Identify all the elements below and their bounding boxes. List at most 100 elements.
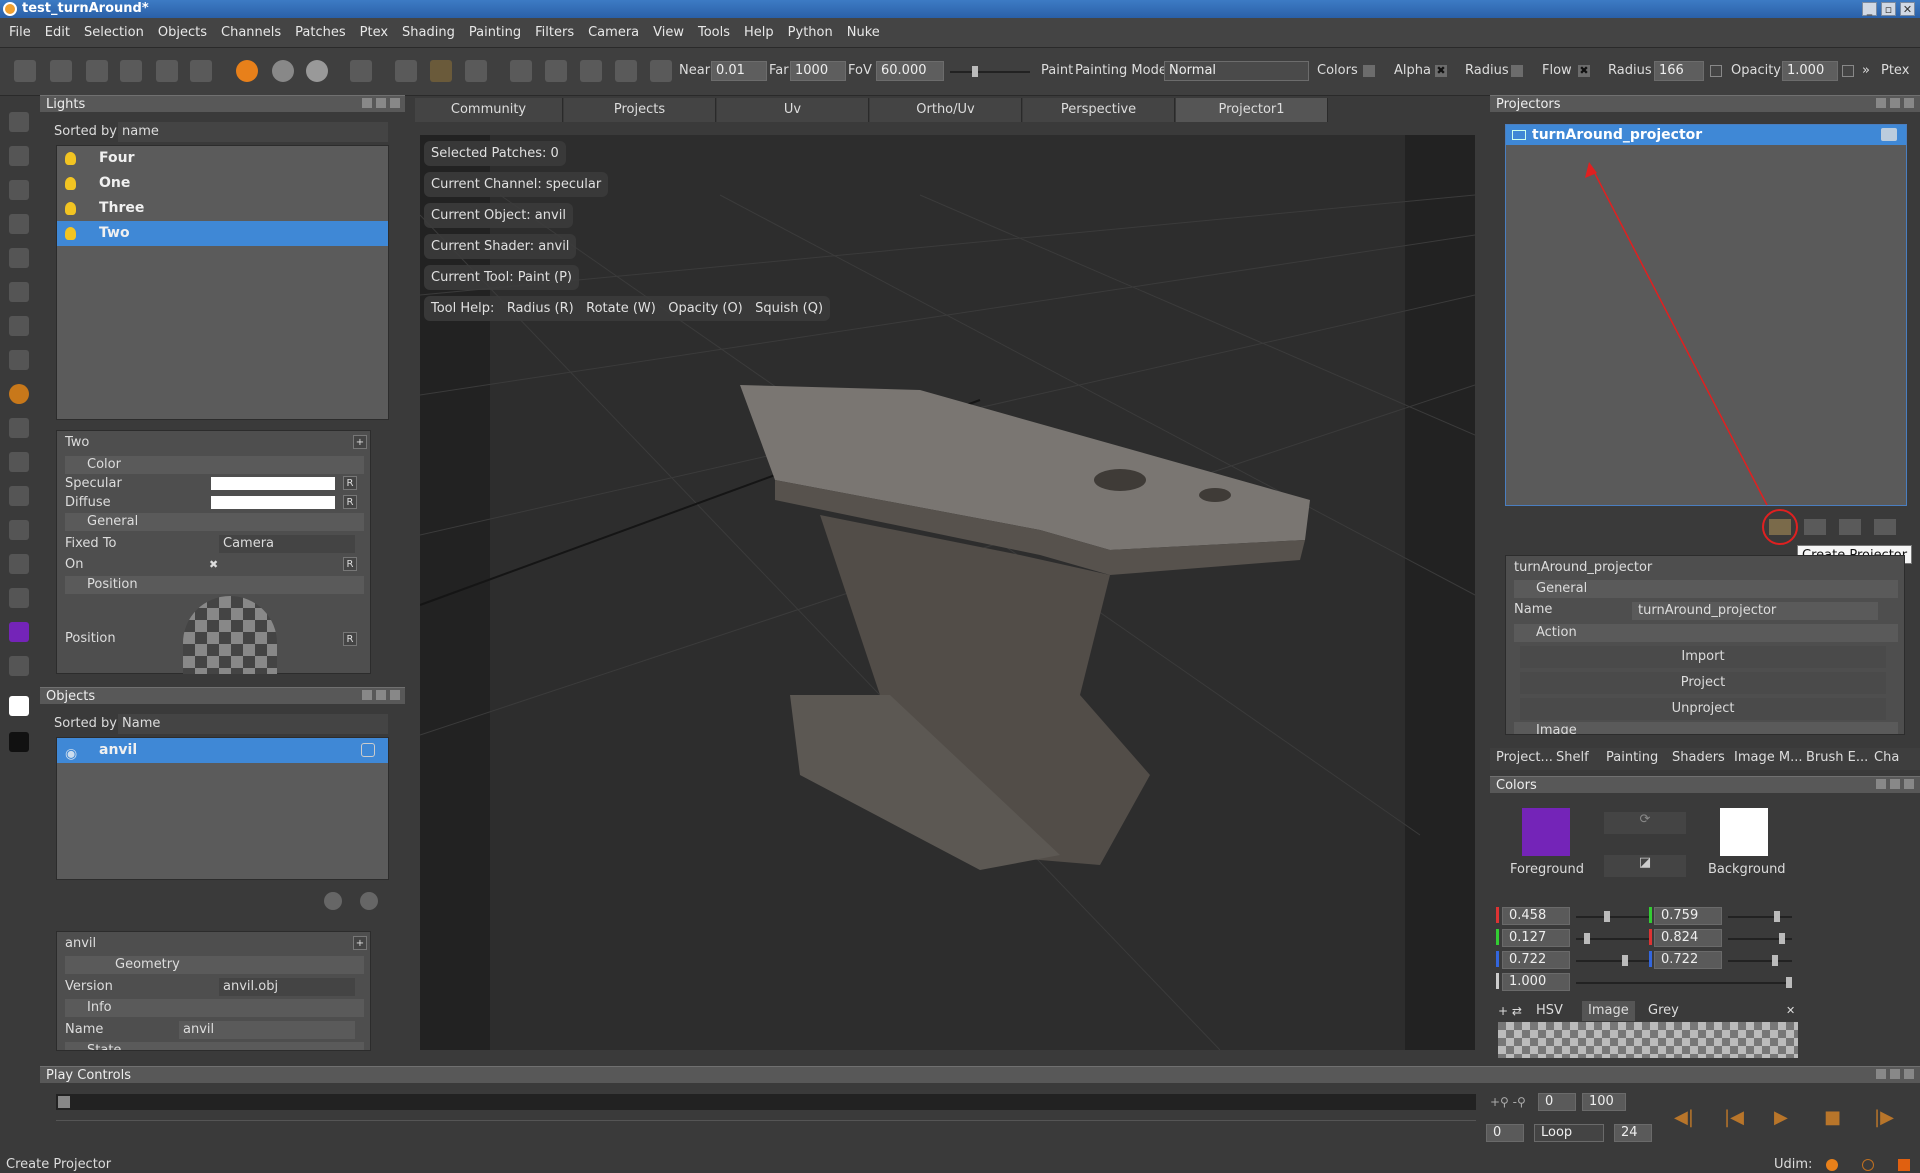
position-section[interactable]: Position bbox=[65, 576, 364, 594]
maximize-icon[interactable]: ▫ bbox=[1881, 2, 1896, 16]
eyedropper-icon[interactable] bbox=[9, 588, 29, 608]
menu-view[interactable]: View bbox=[646, 18, 691, 48]
paint-target-icon[interactable] bbox=[9, 384, 29, 404]
toolbar-overflow[interactable]: » bbox=[1862, 63, 1870, 78]
tab-shelf[interactable]: Shelf bbox=[1550, 748, 1595, 768]
tab-image-manager[interactable]: Image M... bbox=[1728, 748, 1808, 768]
tab-grey[interactable]: Grey bbox=[1642, 1001, 1685, 1021]
projector-name-input[interactable]: turnAround_projector bbox=[1632, 602, 1878, 620]
colors-checkbox[interactable] bbox=[1363, 65, 1375, 77]
panel-close-icon[interactable] bbox=[390, 98, 400, 108]
menu-shading[interactable]: Shading bbox=[395, 18, 462, 48]
marquee-select-icon[interactable] bbox=[9, 146, 29, 166]
next-frame-icon[interactable]: |▶ bbox=[1874, 1107, 1896, 1129]
timeline-playhead[interactable] bbox=[58, 1096, 70, 1108]
lock-icon[interactable] bbox=[361, 743, 375, 757]
radius-input[interactable]: 166 bbox=[1654, 61, 1704, 81]
opacity-input[interactable]: 1.000 bbox=[1782, 61, 1838, 81]
general-section[interactable]: General bbox=[65, 513, 364, 531]
version-select[interactable]: anvil.obj bbox=[219, 978, 355, 996]
menu-help[interactable]: Help bbox=[737, 18, 781, 48]
position-reset-button[interactable]: R bbox=[343, 632, 357, 646]
painting-mode-select[interactable]: Normal bbox=[1164, 61, 1309, 81]
camera-icon[interactable] bbox=[545, 60, 567, 82]
panel-float-icon[interactable] bbox=[362, 98, 372, 108]
radius-lock-checkbox[interactable] bbox=[1710, 65, 1722, 77]
move-icon[interactable] bbox=[9, 214, 29, 234]
select-arrow-icon[interactable] bbox=[9, 112, 29, 132]
lit-sphere-icon[interactable] bbox=[306, 60, 328, 82]
lock-icon[interactable] bbox=[650, 60, 672, 82]
panel-close-icon[interactable] bbox=[390, 690, 400, 700]
bg-green-input[interactable]: 0.824 bbox=[1654, 929, 1722, 947]
fg-red-slider[interactable] bbox=[1576, 911, 1652, 922]
snapshot-icon[interactable] bbox=[350, 60, 372, 82]
import-button[interactable]: Import bbox=[1520, 646, 1886, 668]
play-icon[interactable]: ▶ bbox=[1774, 1107, 1796, 1129]
light-item-four[interactable]: Four bbox=[57, 146, 388, 171]
key-add-icon[interactable]: +⚲ -⚲ bbox=[1490, 1095, 1526, 1109]
fg-alpha-slider[interactable] bbox=[1576, 977, 1792, 988]
add-property-icon[interactable]: + bbox=[353, 435, 367, 449]
menu-tools[interactable]: Tools bbox=[691, 18, 737, 48]
object-item-anvil[interactable]: ◉ anvil bbox=[57, 738, 388, 763]
current-frame-input[interactable]: 0 bbox=[1486, 1124, 1524, 1142]
foreground-swatch-icon[interactable] bbox=[9, 622, 29, 642]
light-item-three[interactable]: Three bbox=[57, 196, 388, 221]
tab-perspective[interactable]: Perspective bbox=[1023, 98, 1175, 122]
menu-painting[interactable]: Painting bbox=[462, 18, 528, 48]
panel-undock-icon[interactable] bbox=[1890, 779, 1900, 789]
fg-green-input[interactable]: 0.127 bbox=[1502, 929, 1570, 947]
shaded-sphere-icon[interactable] bbox=[236, 60, 258, 82]
info-section[interactable]: Info bbox=[65, 999, 364, 1017]
radius-checkbox[interactable] bbox=[1511, 65, 1523, 77]
tab-brush-editor[interactable]: Brush E... bbox=[1800, 748, 1874, 768]
status-paint-icon[interactable] bbox=[1826, 1159, 1838, 1171]
reset-colors-button[interactable]: ◪ bbox=[1604, 855, 1686, 877]
swap-colors-icon[interactable] bbox=[9, 656, 29, 676]
project-button[interactable]: Project bbox=[1520, 672, 1886, 694]
panel-undock-icon[interactable] bbox=[376, 98, 386, 108]
panel-float-icon[interactable] bbox=[1876, 98, 1886, 108]
tab-channels[interactable]: Cha bbox=[1868, 748, 1905, 768]
fg-red-input[interactable]: 0.458 bbox=[1502, 907, 1570, 925]
menu-objects[interactable]: Objects bbox=[151, 18, 214, 48]
specular-reset-button[interactable]: R bbox=[343, 476, 357, 490]
background-swatch-icon[interactable] bbox=[9, 696, 29, 716]
tab-community[interactable]: Community bbox=[415, 98, 563, 122]
far-input[interactable]: 1000 bbox=[790, 61, 846, 81]
eraser-icon[interactable] bbox=[9, 418, 29, 438]
fov-input[interactable]: 60.000 bbox=[876, 61, 944, 81]
panel-undock-icon[interactable] bbox=[1890, 1069, 1900, 1079]
panel-float-icon[interactable] bbox=[1876, 1069, 1886, 1079]
menu-edit[interactable]: Edit bbox=[38, 18, 77, 48]
geometry-section[interactable]: Geometry bbox=[65, 956, 364, 974]
timeline-start-input[interactable]: 0 bbox=[1538, 1093, 1576, 1111]
menu-patches[interactable]: Patches bbox=[288, 18, 352, 48]
specular-color-swatch[interactable] bbox=[211, 477, 335, 490]
gradient-icon[interactable] bbox=[9, 486, 29, 506]
menu-selection[interactable]: Selection bbox=[77, 18, 151, 48]
add-object-icon[interactable] bbox=[324, 892, 342, 910]
panel-float-icon[interactable] bbox=[1876, 779, 1886, 789]
fg-green-slider[interactable] bbox=[1576, 933, 1652, 944]
tab-painting[interactable]: Painting bbox=[1600, 748, 1664, 768]
on-reset-button[interactable]: R bbox=[343, 557, 357, 571]
select-tool-icon[interactable] bbox=[395, 60, 417, 82]
lights-sort-select[interactable]: name bbox=[118, 122, 388, 142]
tab-project[interactable]: Project... bbox=[1490, 748, 1559, 768]
add-swatch-icon[interactable]: + ⇄ bbox=[1498, 1004, 1522, 1018]
first-frame-icon[interactable]: ◀| bbox=[1674, 1107, 1696, 1129]
clear-icon[interactable] bbox=[615, 60, 637, 82]
menu-channels[interactable]: Channels bbox=[214, 18, 288, 48]
bake-icon[interactable] bbox=[580, 60, 602, 82]
timeline-end-input[interactable]: 100 bbox=[1582, 1093, 1626, 1111]
near-input[interactable]: 0.01 bbox=[711, 61, 767, 81]
paint-tool-icon[interactable] bbox=[430, 60, 452, 82]
menu-ptex[interactable]: Ptex bbox=[353, 18, 395, 48]
opacity-lock-checkbox[interactable] bbox=[1842, 65, 1854, 77]
fg-alpha-input[interactable]: 1.000 bbox=[1502, 973, 1570, 991]
bg-green-slider[interactable] bbox=[1728, 933, 1792, 944]
menu-filters[interactable]: Filters bbox=[528, 18, 581, 48]
status-target-icon[interactable] bbox=[1862, 1159, 1874, 1171]
